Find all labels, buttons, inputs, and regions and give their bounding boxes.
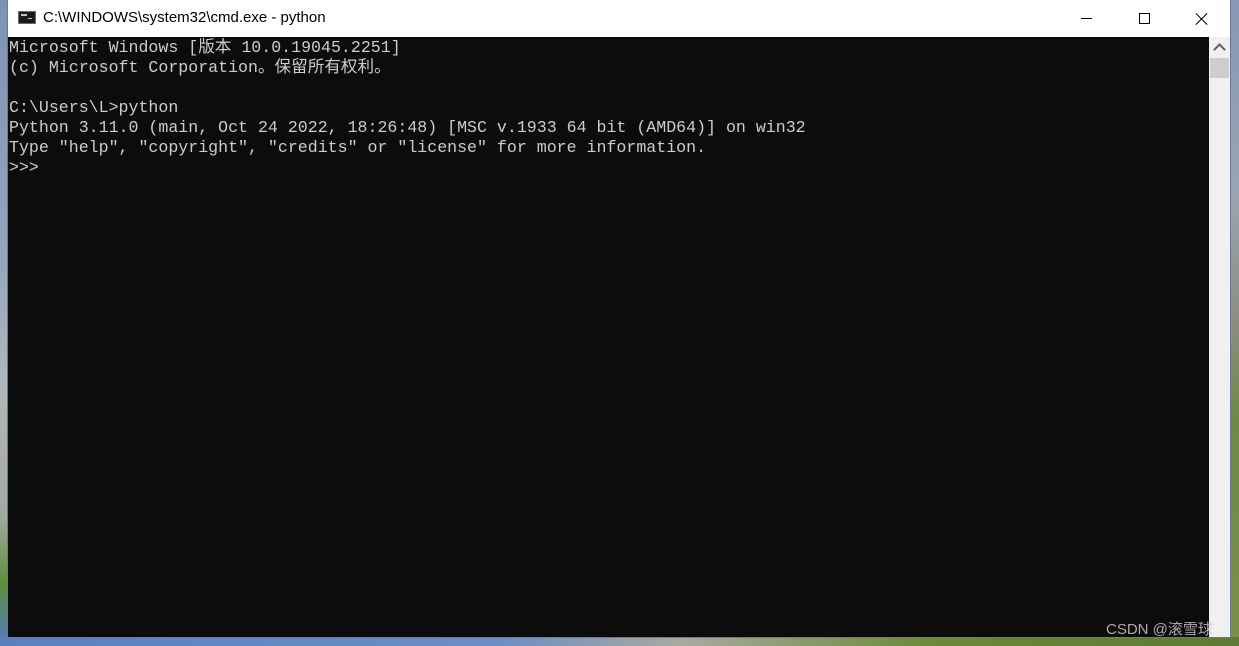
close-icon [1196,13,1208,25]
console-output[interactable]: Microsoft Windows [版本 10.0.19045.2251] (… [8,37,1209,637]
vertical-scrollbar[interactable] [1209,37,1230,637]
scroll-up-button[interactable] [1209,37,1230,57]
console-line-python-version: Python 3.11.0 (main, Oct 24 2022, 18:26:… [9,118,806,137]
console-line-command: C:\Users\L>python [9,98,179,117]
scrollbar-thumb[interactable] [1210,58,1229,78]
python-prompt[interactable]: >>> [9,158,39,178]
minimize-icon [1080,18,1092,19]
cmd-window: C:\WINDOWS\system32\cmd.exe - python Mic… [8,0,1230,637]
console-line-copyright: (c) Microsoft Corporation。保留所有权利。 [9,58,391,77]
desktop-background-left [0,0,8,646]
desktop-background-right [1230,0,1239,646]
console-line-version: Microsoft Windows [版本 10.0.19045.2251] [9,38,401,57]
watermark: CSDN @滚雪球 [1106,621,1213,638]
chevron-up-icon [1213,42,1226,56]
console-icon[interactable] [18,11,36,24]
desktop-background-bottom [0,637,1239,646]
maximize-icon [1138,13,1150,24]
close-button[interactable] [1173,0,1231,37]
window-title: C:\WINDOWS\system32\cmd.exe - python [43,9,326,26]
console-line-help-hint: Type "help", "copyright", "credits" or "… [9,138,707,157]
minimize-button[interactable] [1057,0,1115,37]
maximize-button[interactable] [1115,0,1173,37]
title-bar[interactable]: C:\WINDOWS\system32\cmd.exe - python [8,0,1230,37]
